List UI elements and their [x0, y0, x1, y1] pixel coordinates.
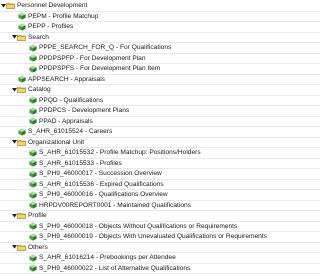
tree-item-label: PEPP - Profiles [28, 23, 74, 31]
folder-icon [17, 34, 26, 41]
tree-item-label: S_PH9_46000018 - Objects Without Qualifi… [39, 222, 238, 230]
transaction-icon [28, 180, 37, 188]
tree-row[interactable]: PPQD - Qualifications [0, 96, 320, 106]
tree-row[interactable]: PPAD - Appraisals [0, 117, 320, 127]
tree-item-label: S_AHR_61015533 - Profiles [39, 159, 122, 167]
tree-row[interactable]: PPDPCS - Development Plans [0, 106, 320, 117]
tree-item-label: S_PH9_46000016 - Qualifications Overview [39, 191, 168, 199]
tree-row[interactable]: Organizational Unit [0, 138, 320, 148]
navigation-tree: Personnel Development PEPM - Profile Matc… [0, 0, 320, 274]
tree-item-label: S_AHR_61016214 - Prebookings per Attende… [39, 254, 176, 262]
tree-row[interactable]: PEPP - Profiles [0, 22, 320, 33]
tree-row[interactable]: S_PH9_46000019 - Objects With Unevaluate… [0, 232, 320, 243]
transaction-icon [28, 191, 37, 199]
tree-item-label: Catalog [28, 86, 51, 94]
transaction-icon [28, 201, 37, 209]
tree-row[interactable]: Search [0, 33, 320, 43]
tree-row[interactable]: S_AHR_61015536 - Expired Qualifications [0, 180, 320, 190]
tree-row[interactable]: Catalog [0, 85, 320, 96]
tree-item-label: PPPE_SEARCH_FOR_Q - For Qualifications [39, 44, 172, 52]
tree-item-label: S_PH9_46000022 - List of Alternative Qua… [39, 264, 191, 272]
tree-row[interactable]: Profile [0, 211, 320, 222]
tree-item-label: S_AHR_61015536 - Expired Qualifications [39, 180, 164, 188]
tree-row[interactable]: PPPE_SEARCH_FOR_Q - For Qualifications [0, 43, 320, 54]
transaction-icon [28, 233, 37, 241]
folder-icon [17, 212, 26, 220]
tree-item-label: Search [28, 33, 49, 41]
transaction-icon [17, 12, 26, 20]
transaction-icon [28, 149, 37, 157]
transaction-icon [17, 128, 26, 136]
tree-row[interactable]: Others [0, 243, 320, 253]
transaction-icon [28, 170, 37, 178]
transaction-icon [28, 54, 37, 62]
tree-item-label: S_AHR_61015524 - Careers [28, 128, 113, 136]
tree-item-label: S_PH9_46000017 - Succession Overview [39, 170, 162, 178]
tree-item-label: Personnel Development [17, 2, 88, 10]
tree-row[interactable]: PPDPSPFS - For Development Plan Item [0, 64, 320, 75]
tree-item-label: S_PH9_46000019 - Objects With Unevaluate… [39, 233, 267, 241]
tree-row[interactable]: S_PH9_46000017 - Succession Overview [0, 169, 320, 180]
tree-row[interactable]: S_PH9_46000016 - Qualifications Overview [0, 190, 320, 201]
folder-icon [6, 2, 15, 10]
folder-icon [17, 244, 26, 251]
transaction-icon [28, 44, 37, 52]
tree-row[interactable]: S_AHR_61015533 - Profiles [0, 159, 320, 169]
transaction-icon [17, 75, 26, 83]
tree-item-label: PPAD - Appraisals [39, 117, 93, 125]
tree-row[interactable]: PPDPSPFP - For Development Plan [0, 54, 320, 64]
transaction-icon [28, 117, 37, 125]
tree-item-label: S_AHR_61015532 - Profile Matchup: Positi… [39, 149, 201, 157]
folder-icon [17, 86, 26, 94]
transaction-icon [28, 65, 37, 73]
tree-item-label: Profile [28, 212, 47, 220]
tree-item-label: PPQD - Qualifications [39, 96, 104, 104]
tree-item-label: APPSEARCH - Appraisals [28, 75, 105, 83]
tree-row[interactable]: APPSEARCH - Appraisals [0, 75, 320, 85]
tree-row[interactable]: S_AHR_61015524 - Careers [0, 127, 320, 138]
tree-row[interactable]: Personnel Development [0, 1, 320, 12]
tree-row[interactable]: S_AHR_61015532 - Profile Matchup: Positi… [0, 148, 320, 159]
transaction-icon [28, 107, 37, 115]
tree-row[interactable]: HRPDV00REPORT0001 - Maintained Qualifica… [0, 201, 320, 211]
transaction-icon [28, 254, 37, 262]
tree-item-label: PPDPCS - Development Plans [39, 107, 130, 115]
folder-icon [17, 139, 26, 146]
transaction-icon [28, 96, 37, 104]
tree-item-label: Others [28, 243, 48, 251]
tree-row[interactable]: PEPM - Profile Matchup [0, 12, 320, 22]
tree-row[interactable]: S_PH9_46000022 - List of Alternative Qua… [0, 264, 320, 274]
tree-item-label: PPDPSPFP - For Development Plan [39, 54, 146, 62]
tree-item-label: PEPM - Profile Matchup [28, 12, 99, 20]
tree-item-label: PPDPSPFS - For Development Plan Item [39, 65, 161, 73]
transaction-icon [17, 23, 26, 31]
tree-row[interactable]: S_AHR_61016214 - Prebookings per Attende… [0, 253, 320, 264]
tree-row[interactable]: S_PH9_46000018 - Objects Without Qualifi… [0, 222, 320, 232]
tree-item-label: Organizational Unit [28, 138, 85, 146]
transaction-icon [28, 159, 37, 167]
tree-item-label: HRPDV00REPORT0001 - Maintained Qualifica… [39, 201, 191, 209]
transaction-icon [28, 222, 37, 230]
transaction-icon [28, 264, 37, 272]
